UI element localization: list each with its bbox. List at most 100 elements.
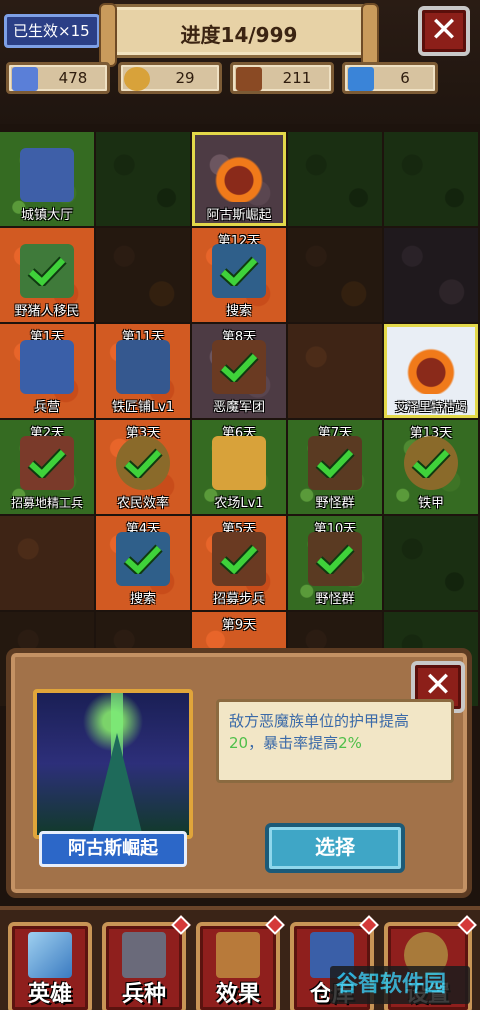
gold-value: 29: [175, 69, 195, 87]
tile-barracks[interactable]: 第1天 兵营: [0, 324, 94, 418]
top-bar: 已生效×15 进度14/999 ✕ 478 29 211 6: [0, 0, 480, 124]
desc-text: ，暴击率提高: [248, 734, 339, 752]
wheat-icon: [212, 436, 266, 490]
tile-monster-group[interactable]: 第7天 野怪群: [288, 420, 382, 514]
wood-logs-icon: [236, 67, 262, 91]
watermark: 谷智软件园: [330, 966, 470, 1004]
tile-locked: [288, 132, 382, 226]
progress-scroll: 进度14/999: [99, 3, 379, 67]
check-icon: [219, 352, 259, 382]
tile-monster-group[interactable]: 第10天 野怪群: [288, 516, 382, 610]
desc-crit-value: 2%: [338, 734, 362, 752]
event-description: 敌方恶魔族单位的护甲提高 20，暴击率提高2%: [216, 699, 454, 783]
notification-dot: [171, 915, 191, 935]
magic-staff-icon: [348, 67, 374, 91]
tile-locked: [288, 228, 382, 322]
tile-town-hall[interactable]: 城镇大厅: [0, 132, 94, 226]
tile-label: 野怪群: [315, 496, 355, 511]
meteor-icon: [212, 148, 266, 202]
desc-text: 敌方恶魔族单位的护甲提高: [229, 712, 410, 730]
notification-dot: [359, 915, 379, 935]
tile-locked: [288, 324, 382, 418]
tile-blacksmith[interactable]: 第11天 铁匠铺Lv1: [96, 324, 190, 418]
tile-label: 农民效率: [116, 496, 169, 511]
tile-day: 第9天: [221, 618, 257, 633]
tile-label: 搜索: [129, 592, 156, 607]
tile-label: 野怪群: [315, 592, 355, 607]
meteor-icon: [404, 340, 458, 394]
tile-label: 艾泽里特枯竭: [394, 400, 467, 414]
tile-label: 兵营: [33, 400, 60, 415]
resource-mana: 6: [342, 62, 438, 94]
population-value: 478: [58, 69, 88, 87]
tile-azerite-depletion[interactable]: 艾泽里特枯竭: [384, 324, 478, 418]
knight-helmet-icon: [122, 932, 166, 978]
tile-label: 铁匠铺Lv1: [111, 400, 175, 415]
check-icon: [123, 544, 163, 574]
nav-label: 兵种: [121, 982, 166, 1007]
nav-label: 英雄: [27, 982, 72, 1007]
castle-icon: [20, 148, 74, 202]
tile-label: 铁甲: [417, 496, 444, 511]
tile-label: 招募步兵: [212, 592, 265, 607]
notification-dot: [265, 915, 285, 935]
check-icon: [27, 448, 67, 478]
tile-locked: [384, 132, 478, 226]
population-icon: [12, 67, 38, 91]
map-grid: 城镇大厅 阿古斯崛起 野猪人移民 第12天 搜索 第1天 兵营 第11天 铁匠铺…: [0, 132, 480, 706]
resource-gold: 29: [118, 62, 222, 94]
wood-value: 211: [282, 69, 312, 87]
resource-population: 478: [6, 62, 110, 94]
tile-goblin-sappers[interactable]: 第2天 招募地精工兵: [0, 420, 94, 514]
tile-farm[interactable]: 第6天 农场Lv1: [192, 420, 286, 514]
mana-value: 6: [400, 69, 410, 87]
tile-iron-armor[interactable]: 第13天 铁甲: [384, 420, 478, 514]
tile-locked: [96, 132, 190, 226]
desc-armor-value: 20: [229, 734, 249, 752]
tile-label: 搜索: [225, 304, 252, 319]
gold-coins-icon: [124, 67, 150, 91]
event-detail-panel: ✕ 阿古斯崛起 敌方恶魔族单位的护甲提高20，暴击率提高2% 选择: [6, 648, 472, 898]
check-icon: [219, 544, 259, 574]
check-icon: [123, 448, 163, 478]
tile-label: 招募地精工兵: [10, 496, 83, 510]
tile-label: 野猪人移民: [14, 304, 80, 319]
tile-label: 恶魔军团: [212, 400, 265, 415]
nav-units[interactable]: 兵种: [102, 915, 191, 1010]
nav-effects[interactable]: 效果: [196, 915, 285, 1010]
sword-icon: [28, 932, 72, 978]
check-icon: [219, 256, 259, 286]
check-icon: [315, 448, 355, 478]
tile-boar-migration[interactable]: 野猪人移民: [0, 228, 94, 322]
tile-label: 城镇大厅: [20, 208, 73, 223]
event-name: 阿古斯崛起: [39, 831, 187, 867]
tile-label: 阿古斯崛起: [206, 208, 272, 223]
active-effects-badge[interactable]: 已生效×15: [4, 14, 100, 48]
spellbook-icon: [216, 932, 260, 978]
nav-heroes[interactable]: 英雄: [8, 922, 92, 1010]
tile-locked: [384, 228, 478, 322]
tile-search[interactable]: 第4天 搜索: [96, 516, 190, 610]
tile-peasant-efficiency[interactable]: 第3天 农民效率: [96, 420, 190, 514]
notification-dot: [457, 915, 477, 935]
check-icon: [27, 256, 67, 286]
tile-locked: [0, 516, 94, 610]
spire-icon: [92, 733, 142, 833]
event-portrait: [33, 689, 193, 839]
tile-locked: [384, 516, 478, 610]
tile-argus-rising[interactable]: 阿古斯崛起: [192, 132, 286, 226]
tile-locked: [96, 228, 190, 322]
barracks-icon: [20, 340, 74, 394]
select-button[interactable]: 选择: [265, 823, 405, 873]
check-icon: [411, 448, 451, 478]
check-icon: [315, 544, 355, 574]
tile-label: 农场Lv1: [214, 496, 264, 511]
resource-wood: 211: [230, 62, 334, 94]
tile-search[interactable]: 第12天 搜索: [192, 228, 286, 322]
tile-recruit-infantry[interactable]: 第5天 招募步兵: [192, 516, 286, 610]
blacksmith-icon: [116, 340, 170, 394]
nav-label: 效果: [215, 982, 260, 1007]
tile-demon-legion[interactable]: 第8天 恶魔军团: [192, 324, 286, 418]
close-button[interactable]: ✕: [418, 6, 470, 56]
progress-text: 进度14/999: [180, 23, 298, 47]
